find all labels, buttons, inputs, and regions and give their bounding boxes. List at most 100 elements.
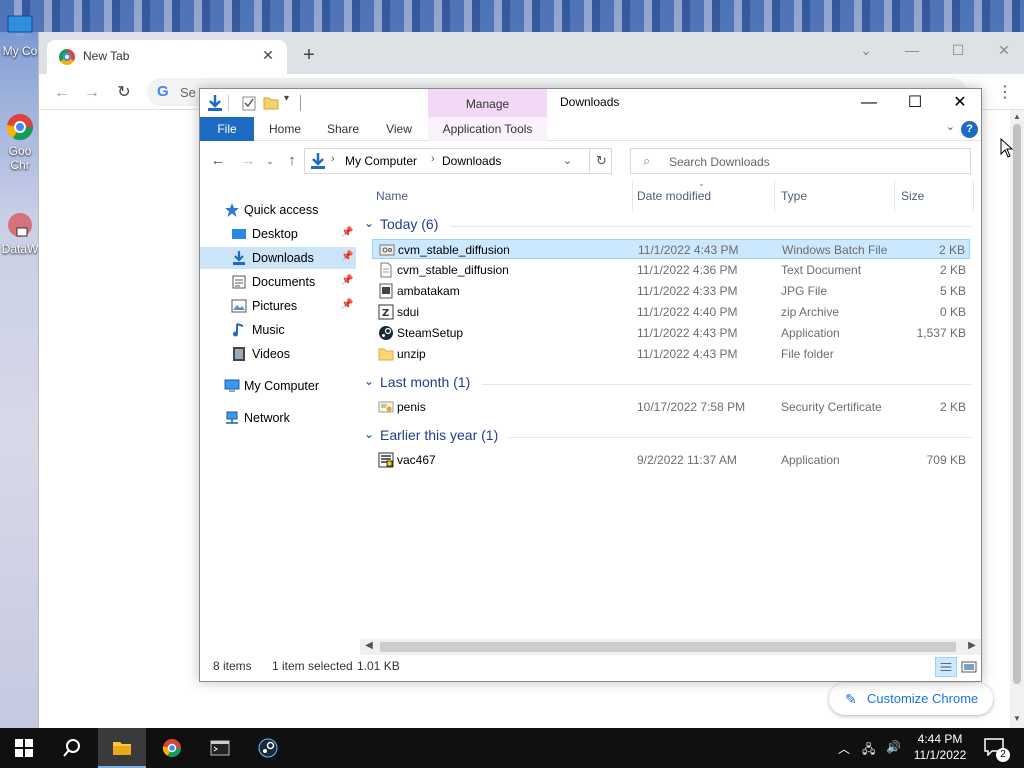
pin-icon[interactable]: 📌 [341,251,353,262]
scrollbar-thumb[interactable] [380,642,956,652]
scroll-right-icon[interactable]: ▶ [965,640,979,651]
address-bar[interactable]: › My Computer › Downloads ⌄ ↻ [304,148,612,174]
file-row[interactable]: vac467 9/2/2022 11:37 AM Application 709… [372,450,970,470]
breadcrumb-my-computer[interactable]: My Computer [345,154,417,168]
explorer-minimize-button[interactable]: — [846,89,892,117]
tab-share[interactable]: Share [318,117,368,141]
sidebar-item-network[interactable]: Network [200,407,356,429]
taskbar-chrome[interactable] [148,728,196,768]
explorer-maximize-button[interactable]: ☐ [892,89,938,117]
network-status-icon[interactable]: 🖧 [862,740,875,761]
up-icon[interactable]: ↑ [282,151,302,171]
pin-icon[interactable]: 📌 [341,275,353,286]
properties-icon[interactable] [240,94,258,112]
search-button[interactable] [48,728,96,768]
reload-icon[interactable]: ↻ [113,82,135,104]
horizontal-scrollbar[interactable]: ◀ ▶ [360,639,981,655]
column-header-name[interactable]: Name [376,189,408,203]
help-icon[interactable]: ? [961,121,978,138]
chevron-down-icon[interactable]: ⌄ [364,374,374,388]
tab-search-icon[interactable]: ⌄ [843,36,889,64]
sidebar-item-pictures[interactable]: Pictures 📌 [200,295,356,317]
file-row[interactable]: cvm_stable_diffusion 11/1/2022 4:36 PM T… [372,260,970,280]
column-header-size[interactable]: Size [901,189,924,203]
start-button[interactable] [0,728,48,768]
taskbar-steam[interactable] [244,728,292,768]
chevron-right-icon[interactable]: › [331,153,335,165]
explorer-titlebar: ▾ Manage Downloads — ☐ ✕ [200,89,981,117]
chrome-scrollbar[interactable]: ▲ ▼ [1010,110,1024,728]
scroll-up-icon[interactable]: ▲ [1010,112,1024,124]
chrome-close-button[interactable]: ✕ [981,36,1024,64]
chevron-right-icon[interactable]: › [431,153,435,165]
file-row[interactable]: ambatakam 11/1/2022 4:33 PM JPG File 5 K… [372,281,970,301]
taskbar-file-explorer[interactable] [98,728,146,768]
details-view-icon[interactable] [935,657,957,677]
file-row[interactable]: SteamSetup 11/1/2022 4:43 PM Application… [372,323,970,343]
chrome-maximize-button[interactable]: ☐ [935,36,981,64]
tab-view[interactable]: View [374,117,424,141]
column-divider[interactable] [973,181,974,211]
chrome-minimize-button[interactable]: — [889,36,935,64]
group-header-today[interactable]: ⌄ Today (6) [360,214,977,236]
volume-icon[interactable]: 🔊 [886,740,901,754]
back-icon[interactable]: ← [208,151,228,171]
customize-quick-access-icon[interactable]: ▾ [284,93,289,104]
large-icons-view-icon[interactable] [958,657,980,677]
new-folder-icon[interactable] [262,94,280,112]
chevron-down-icon[interactable]: ⌄ [364,427,374,441]
scrollbar-thumb[interactable] [1013,124,1021,684]
recent-locations-icon[interactable]: ⌄ [260,151,280,171]
desktop-icon-my-computer[interactable]: My Co [0,12,40,58]
search-input[interactable]: ⌕ Search Downloads [630,148,971,174]
taskbar-terminal[interactable] [196,728,244,768]
scroll-left-icon[interactable]: ◀ [362,640,376,651]
sidebar-item-my-computer[interactable]: My Computer [200,375,356,397]
close-tab-icon[interactable]: ✕ [259,46,277,64]
refresh-icon[interactable]: ↻ [589,149,613,173]
column-header-type[interactable]: Type [781,189,807,203]
show-hidden-icons-icon[interactable]: ︿ [838,740,850,757]
tab-application-tools[interactable]: Application Tools [428,117,547,141]
chrome-menu-icon[interactable]: ⋮ [995,82,1015,102]
pin-icon[interactable]: 📌 [341,299,353,310]
breadcrumb-downloads[interactable]: Downloads [442,154,501,168]
column-divider[interactable] [774,181,775,211]
sidebar-item-documents[interactable]: Documents 📌 [200,271,356,293]
sidebar-item-quick-access[interactable]: Quick access [200,199,356,221]
customize-chrome-button[interactable]: ✎ Customize Chrome [829,683,993,715]
file-row[interactable]: unzip 11/1/2022 4:43 PM File folder [372,344,970,364]
sidebar-item-label: Network [244,411,290,425]
chevron-down-icon[interactable]: ⌄ [563,154,572,167]
notification-center-button[interactable]: 2 [976,734,1016,762]
pin-icon[interactable]: 📌 [341,227,353,238]
explorer-close-button[interactable]: ✕ [937,89,983,117]
group-header-last-month[interactable]: ⌄ Last month (1) [360,372,977,394]
sidebar-item-desktop[interactable]: Desktop 📌 [200,223,356,245]
clock-date: 11/1/2022 [913,748,967,762]
forward-icon[interactable]: → [238,151,258,171]
chevron-down-icon[interactable]: ⌄ [364,216,374,230]
new-tab-button[interactable]: + [297,44,321,68]
desktop-icon-chrome[interactable]: Goo Chr [0,112,40,172]
sidebar-item-music[interactable]: Music [200,319,356,341]
column-header-date[interactable]: Date modified [637,189,711,203]
tab-file[interactable]: File [200,117,254,141]
sidebar-item-downloads[interactable]: Downloads 📌 [200,247,356,269]
tab-home[interactable]: Home [260,117,310,141]
forward-icon[interactable]: → [81,82,103,104]
back-icon[interactable]: ← [51,82,73,104]
clock[interactable]: 4:44 PM 11/1/2022 [910,731,970,763]
file-row[interactable]: penis 10/17/2022 7:58 PM Security Certif… [372,397,970,417]
music-icon [233,323,244,337]
file-row[interactable]: cvm_stable_diffusion 11/1/2022 4:43 PM W… [372,239,970,259]
scroll-down-icon[interactable]: ▼ [1010,714,1024,726]
desktop-icon-dataw[interactable]: DataW [0,210,40,256]
column-divider[interactable] [632,181,633,211]
ribbon-expand-icon[interactable]: ⌄ [946,120,955,133]
group-header-earlier-this-year[interactable]: ⌄ Earlier this year (1) [360,425,977,447]
column-divider[interactable] [894,181,895,211]
chrome-tab-new-tab[interactable]: New Tab ✕ [47,40,287,74]
file-row[interactable]: Z sdui 11/1/2022 4:40 PM zip Archive 0 K… [372,302,970,322]
sidebar-item-videos[interactable]: Videos [200,343,356,365]
